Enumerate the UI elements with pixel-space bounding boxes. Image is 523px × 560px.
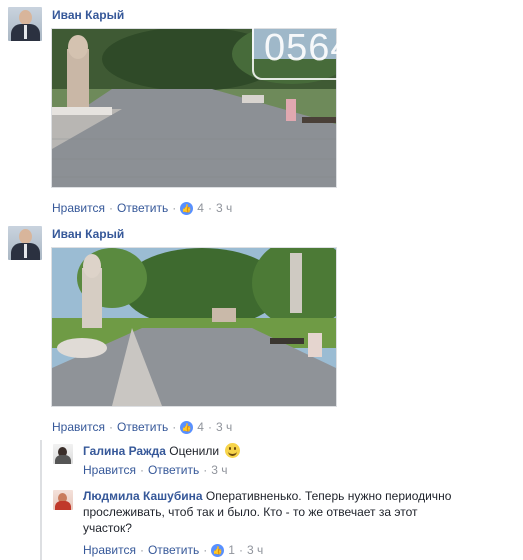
reply-text-line-1: Оперативненько. Теперь нужно периодично bbox=[205, 489, 452, 503]
reply-actions: Нравится · Ответить · 👍 1 · 3 ч bbox=[83, 543, 263, 557]
thumbs-up-icon[interactable]: 👍 bbox=[180, 201, 194, 215]
watermark-city-line-1: Сайт города bbox=[397, 26, 477, 42]
avatar-head bbox=[19, 10, 32, 25]
like-button[interactable]: Нравится bbox=[83, 543, 136, 557]
separator: · bbox=[207, 201, 212, 215]
reply-author[interactable]: Галина Ражда bbox=[83, 444, 166, 458]
reply-text-line-3: участок? bbox=[83, 521, 132, 535]
separator: · bbox=[139, 463, 144, 477]
separator: · bbox=[203, 463, 208, 477]
separator: · bbox=[172, 420, 177, 434]
reply-actions: Нравится · Ответить · 3 ч bbox=[83, 463, 228, 477]
avatar[interactable] bbox=[53, 444, 73, 464]
comment-actions: Нравится · Ответить · 👍 4 · 3 ч bbox=[52, 201, 232, 215]
reply-content: Галина Ражда Оценили bbox=[83, 443, 241, 459]
park-photo-2-image bbox=[52, 248, 336, 406]
watermark-city-line-2: Кривого Рога bbox=[397, 43, 482, 59]
like-count[interactable]: 4 bbox=[197, 201, 204, 215]
timestamp[interactable]: 3 ч bbox=[216, 420, 232, 434]
reply-button[interactable]: Ответить bbox=[117, 420, 168, 434]
avatar-body bbox=[55, 455, 71, 464]
separator: · bbox=[238, 543, 243, 557]
timestamp[interactable]: 3 ч bbox=[216, 201, 232, 215]
reply-button[interactable]: Ответить bbox=[117, 201, 168, 215]
reply-button[interactable]: Ответить bbox=[148, 543, 199, 557]
park-photo-1[interactable] bbox=[51, 28, 337, 188]
like-button[interactable]: Нравится bbox=[52, 201, 105, 215]
avatar[interactable] bbox=[8, 7, 42, 41]
park-photo-2[interactable] bbox=[51, 247, 337, 407]
avatar-tie bbox=[24, 244, 27, 258]
comment-actions: Нравится · Ответить · 👍 4 · 3 ч bbox=[52, 420, 232, 434]
comment-author[interactable]: Иван Карый bbox=[52, 227, 124, 241]
thumbs-up-icon[interactable]: 👍 bbox=[180, 420, 194, 434]
reply-content: Людмила Кашубина Оперативненько. Теперь … bbox=[83, 488, 513, 536]
park-photo-1-image bbox=[52, 29, 336, 187]
separator: · bbox=[203, 543, 208, 557]
avatar-head bbox=[19, 229, 32, 244]
like-button[interactable]: Нравится bbox=[52, 420, 105, 434]
separator: · bbox=[139, 543, 144, 557]
reply-author[interactable]: Людмила Кашубина bbox=[83, 489, 203, 503]
separator: · bbox=[108, 201, 113, 215]
thumbs-up-icon[interactable]: 👍 bbox=[211, 543, 225, 557]
avatar-tie bbox=[24, 25, 27, 39]
avatar-body bbox=[55, 501, 71, 510]
reply-text: Оценили bbox=[169, 444, 220, 458]
avatar[interactable] bbox=[53, 490, 73, 510]
reply-button[interactable]: Ответить bbox=[148, 463, 199, 477]
separator: · bbox=[172, 201, 177, 215]
timestamp[interactable]: 3 ч bbox=[211, 463, 227, 477]
watermark-city: Сайт города Кривого Рога bbox=[397, 26, 481, 60]
like-count[interactable]: 1 bbox=[228, 543, 235, 557]
reply-thread-line bbox=[40, 440, 42, 560]
like-button[interactable]: Нравится bbox=[83, 463, 136, 477]
smile-emoji-icon bbox=[225, 443, 241, 458]
comment-author[interactable]: Иван Карый bbox=[52, 8, 124, 22]
timestamp[interactable]: 3 ч bbox=[247, 543, 263, 557]
separator: · bbox=[108, 420, 113, 434]
like-count[interactable]: 4 bbox=[197, 420, 204, 434]
avatar[interactable] bbox=[8, 226, 42, 260]
reply-text-line-2: прослеживать, чтоб так и было. Кто - то … bbox=[83, 505, 418, 519]
separator: · bbox=[207, 420, 212, 434]
